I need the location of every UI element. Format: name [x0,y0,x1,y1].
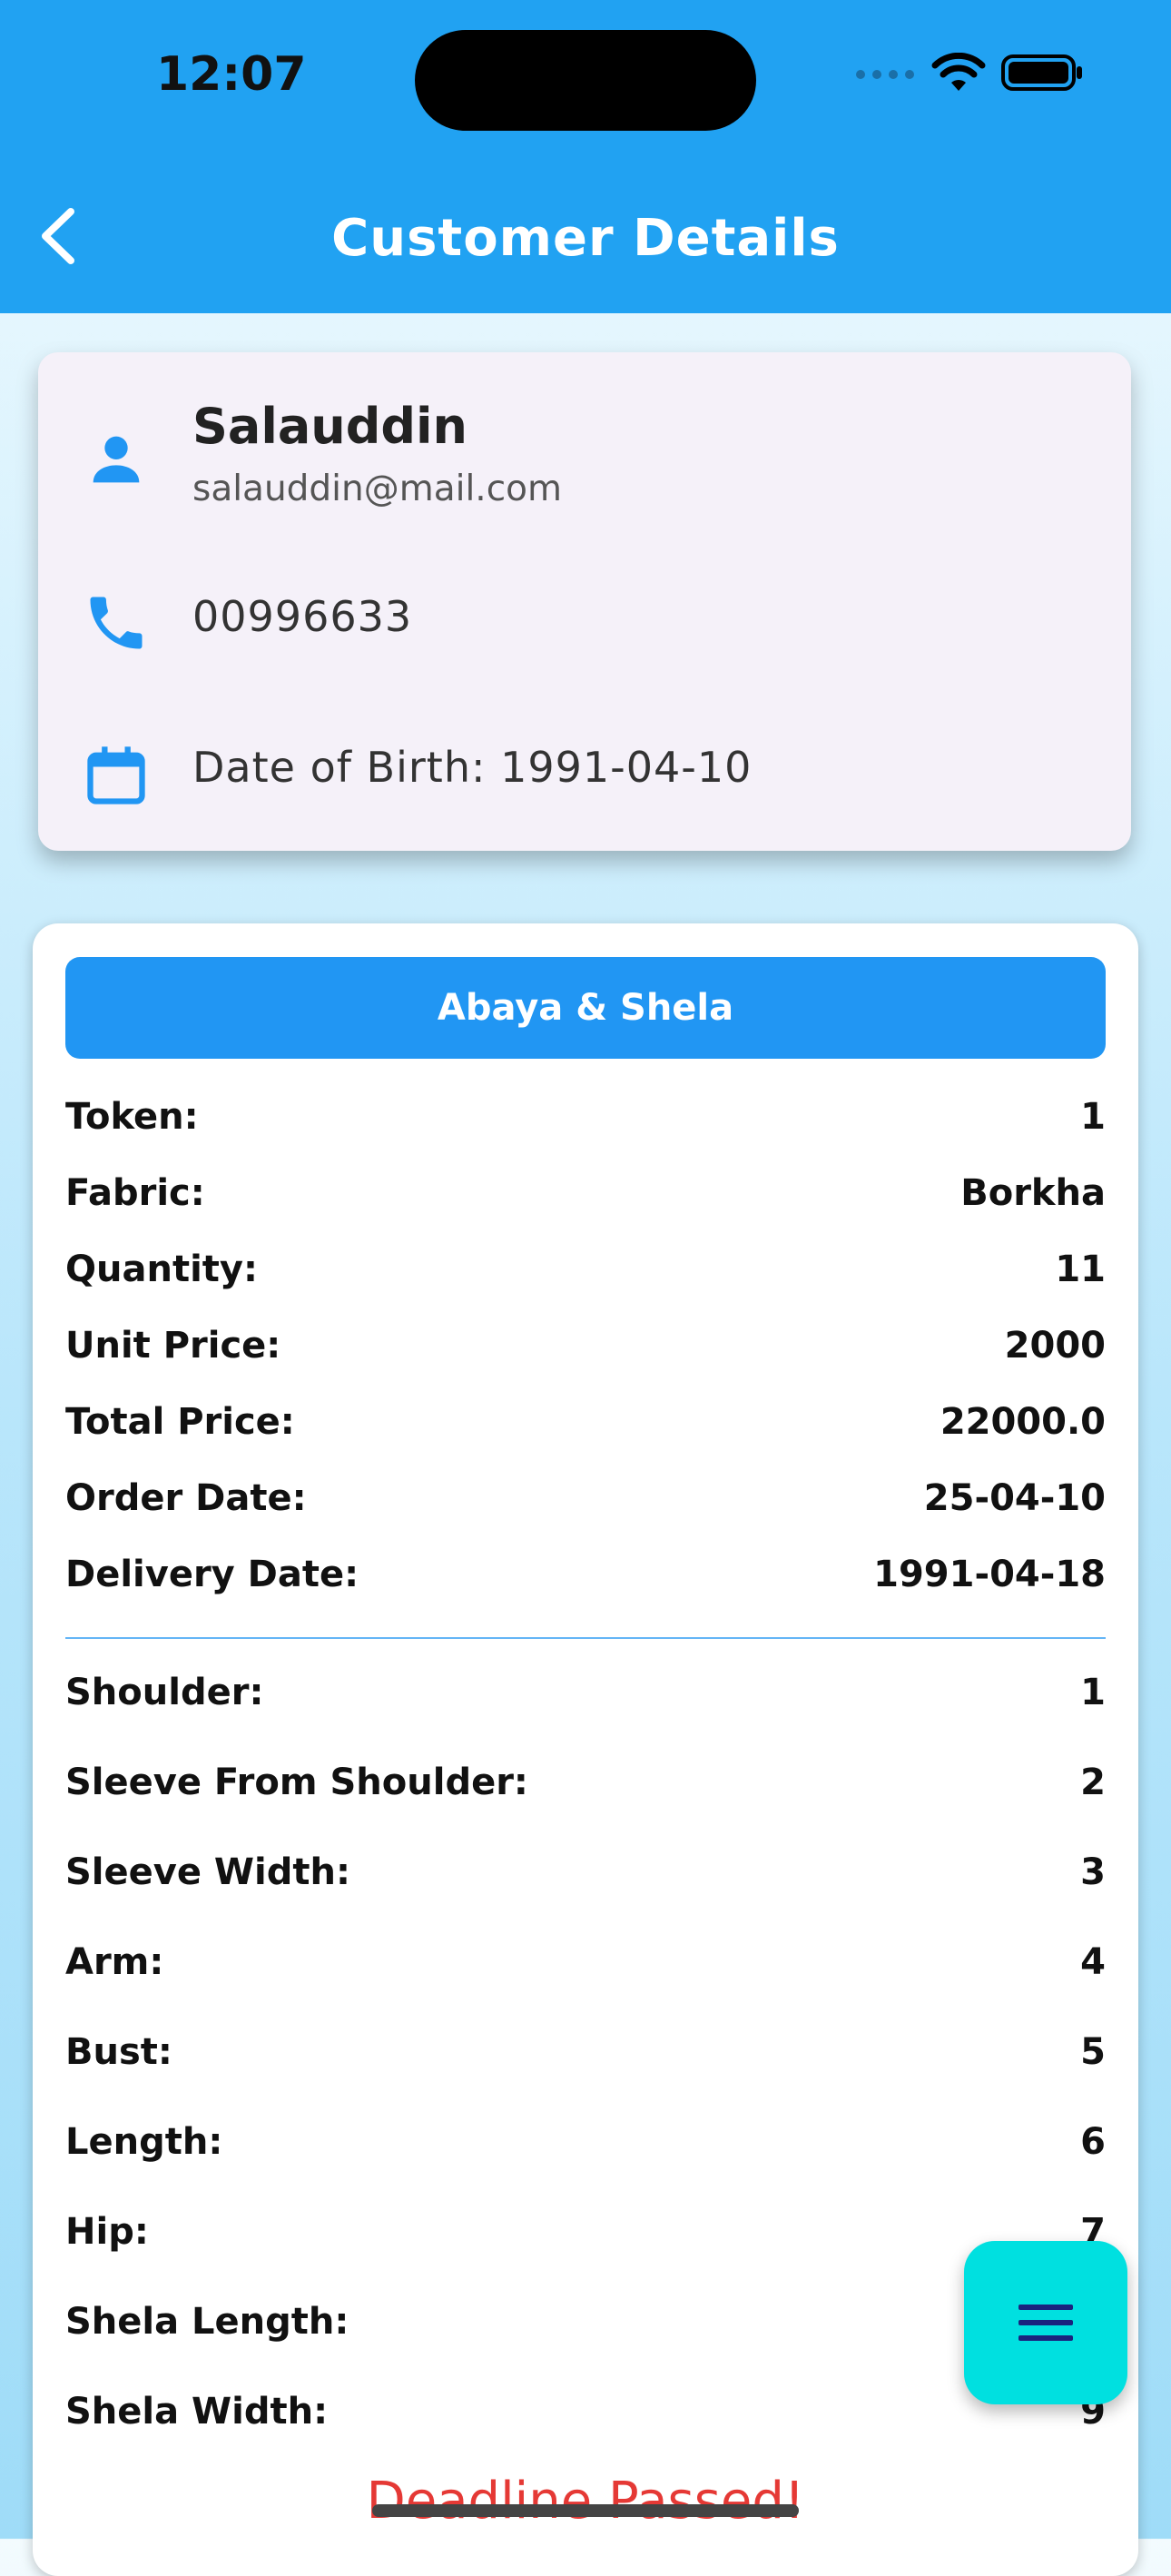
menu-icon [1018,2305,1073,2341]
measurement-label: Shela Width: [65,2391,329,2433]
measurement-row-length: Length: 6 [65,2121,1106,2163]
measurement-row-sleeve-width: Sleeve Width: 3 [65,1851,1106,1893]
measurement-value: 3 [1080,1851,1106,1893]
detail-label: Token: [65,1096,199,1138]
measurement-label: Hip: [65,2211,149,2253]
wifi-icon [931,53,986,91]
order-type-header[interactable]: Abaya & Shela [65,957,1106,1059]
measurement-value: 6 [1080,2121,1106,2163]
measurement-value: 1 [1080,1672,1106,1713]
measurement-row-shoulder: Shoulder: 1 [65,1672,1106,1713]
detail-value: 22000.0 [940,1401,1106,1443]
detail-value: 1 [1080,1096,1106,1138]
page-title: Customer Details [331,209,840,268]
measurement-label: Shela Length: [65,2301,349,2343]
signal-icon [856,70,914,79]
measurement-row-hip: Hip: 7 [65,2211,1106,2253]
measurement-label: Length: [65,2121,223,2163]
measurement-label: Arm: [65,1941,164,1983]
divider [65,1637,1106,1639]
measurement-value: 5 [1080,2031,1106,2073]
measurement-row-bust: Bust: 5 [65,2031,1106,2073]
measurement-label: Shoulder: [65,1672,264,1713]
status-icons [853,53,1084,93]
measurement-label: Sleeve Width: [65,1851,350,1893]
customer-dob: Date of Birth: 1991-04-10 [192,743,753,792]
detail-value: Borkha [960,1172,1106,1214]
measurement-value: 2 [1080,1762,1106,1803]
detail-row-token: Token: 1 [65,1096,1106,1138]
measurement-label: Bust: [65,2031,172,2073]
customer-profile-card: Salauddin salauddin@mail.com 00996633 Da… [38,352,1131,851]
measurement-row-arm: Arm: 4 [65,1941,1106,1983]
detail-row-total-price: Total Price: 22000.0 [65,1401,1106,1443]
home-indicator[interactable] [372,2504,799,2517]
measurement-label: Sleeve From Shoulder: [65,1762,528,1803]
measurement-row-shela-width: Shela Width: 9 [65,2391,1106,2433]
customer-name: Salauddin [192,398,467,455]
detail-label: Fabric: [65,1172,205,1214]
detail-row-order-date: Order Date: 25-04-10 [65,1477,1106,1519]
phone-icon [90,597,143,649]
detail-row-fabric: Fabric: Borkha [65,1172,1106,1214]
detail-value: 2000 [1004,1325,1106,1367]
detail-label: Total Price: [65,1401,295,1443]
detail-label: Order Date: [65,1477,307,1519]
customer-email: salauddin@mail.com [192,469,562,509]
detail-label: Delivery Date: [65,1554,359,1595]
detail-label: Quantity: [65,1249,258,1290]
dynamic-island [415,30,756,131]
detail-row-quantity: Quantity: 11 [65,1249,1106,1290]
menu-fab-button[interactable] [964,2241,1127,2404]
detail-label: Unit Price: [65,1325,281,1367]
measurement-value: 4 [1080,1941,1106,1983]
detail-value: 25-04-10 [923,1477,1106,1519]
person-icon [93,436,140,483]
detail-value: 11 [1055,1249,1106,1290]
detail-row-delivery-date: Delivery Date: 1991-04-18 [65,1554,1106,1595]
detail-row-unit-price: Unit Price: 2000 [65,1325,1106,1367]
detail-value: 1991-04-18 [873,1554,1106,1595]
deadline-status: Deadline Passed! [366,2472,805,2531]
measurement-row-shela-length: Shela Length: 8 [65,2301,1106,2343]
battery-icon [1001,54,1082,91]
status-time: 12:07 [156,47,307,102]
measurement-row-sleeve-from-shoulder: Sleeve From Shoulder: 2 [65,1762,1106,1803]
calendar-icon [87,746,145,804]
customer-phone: 00996633 [192,592,413,641]
app-bar: 12:07 Customer Details [0,0,1171,313]
